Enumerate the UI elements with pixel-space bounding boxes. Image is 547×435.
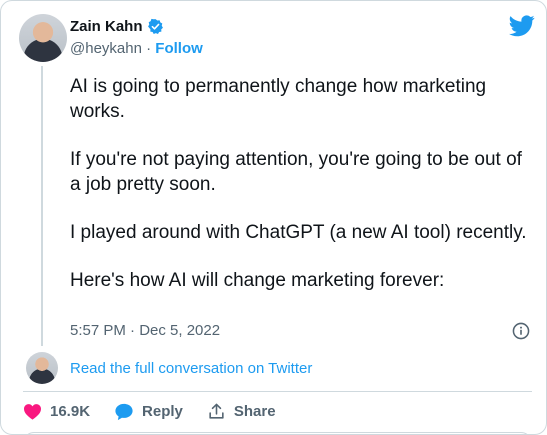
separator: · xyxy=(146,40,152,57)
like-count: 16.9K xyxy=(50,403,91,420)
tweet-paragraph: I played around with ChatGPT (a new AI t… xyxy=(70,222,527,243)
tweet-paragraph: Here's how AI will change marketing fore… xyxy=(70,270,445,291)
thread-line xyxy=(41,66,43,346)
verified-icon xyxy=(147,18,164,35)
author-handle-row: @heykahn · Follow xyxy=(70,40,203,57)
heart-icon xyxy=(24,404,41,420)
tweet-text: AI is going to permanently change how ma… xyxy=(70,74,530,316)
share-icon xyxy=(209,403,224,419)
tweet-paragraph: If you're not paying attention, you're g… xyxy=(70,149,522,195)
author-name-row: Zain Kahn xyxy=(70,18,164,35)
author-avatar[interactable] xyxy=(19,14,67,62)
info-icon[interactable] xyxy=(512,322,530,340)
reply-button[interactable]: Reply xyxy=(114,403,183,421)
reply-bubble-icon xyxy=(115,403,133,420)
share-button[interactable]: Share xyxy=(207,402,276,421)
follow-button[interactable]: Follow xyxy=(155,40,203,57)
read-conversation-link[interactable]: Read the full conversation on Twitter xyxy=(70,360,312,377)
tweet-timestamp[interactable]: 5:57 PM · Dec 5, 2022 xyxy=(70,322,220,339)
share-label: Share xyxy=(233,403,276,420)
reply-label: Reply xyxy=(142,403,183,420)
twitter-bird-icon[interactable] xyxy=(509,15,535,37)
author-name[interactable]: Zain Kahn xyxy=(70,18,143,35)
author-handle[interactable]: @heykahn xyxy=(70,40,142,57)
tweet-paragraph: AI is going to permanently change how ma… xyxy=(70,76,487,122)
tweet-card: Zain Kahn @heykahn · Follow AI is going … xyxy=(0,0,547,435)
divider xyxy=(23,391,532,392)
conversation-avatar[interactable] xyxy=(26,352,58,384)
like-button[interactable]: 16.9K xyxy=(23,403,90,420)
action-bar: 16.9K Reply Share xyxy=(23,402,300,421)
